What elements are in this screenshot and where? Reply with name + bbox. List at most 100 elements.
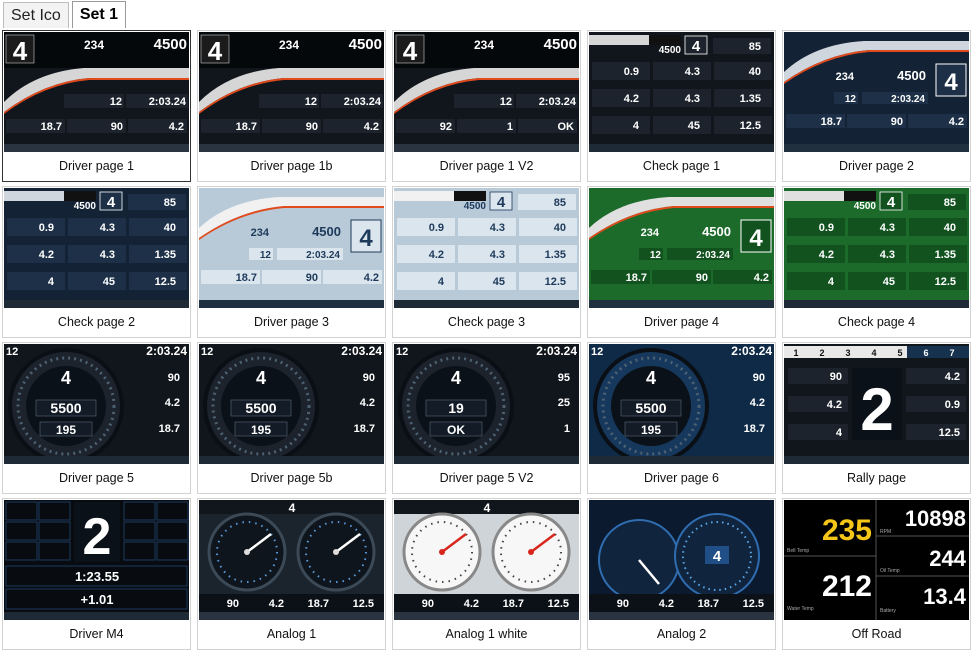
side-value: 4 [836, 427, 843, 439]
layout-card[interactable]: 234 4500 4 12 2:03.24 18.7 90 4.2 Driver page 4 [587, 186, 776, 338]
card-label: Driver page 5 [58, 471, 135, 485]
bottom-value: 90 [227, 598, 239, 610]
big-value: 5500 [245, 400, 276, 416]
side-value: 18.7 [354, 423, 375, 435]
layout-card[interactable]: 2 1:23.55 +1.01 Driver M4 [2, 498, 191, 650]
rpm-value: 4500 [312, 224, 341, 239]
check-value: 1.35 [155, 249, 176, 261]
layout-card[interactable]: 4 234 4500 12 2:03.24 18.7 90 4.2 Driver page 1 [2, 30, 191, 182]
dashboard-preview: 4 234 4500 12 2:03.24 18.7 90 4.2 [199, 32, 384, 152]
check-value: 4 [48, 276, 55, 288]
value-box [397, 245, 455, 263]
dashboard-preview: 4 234 4500 12 2:03.24 92 1 OK [394, 32, 579, 152]
gear-scale-label: 3 [845, 348, 850, 358]
check-value: 1.35 [740, 93, 761, 105]
status-bar [199, 612, 384, 620]
gear-scale-label: 7 [949, 348, 954, 358]
status-bar [589, 612, 774, 620]
laptime-value: 2:03.24 [731, 344, 772, 358]
bottom-value: 4.2 [464, 598, 479, 610]
layout-card[interactable]: 234 4500 4 12 2:03.24 18.7 90 4.2 Driver page 3 [197, 186, 386, 338]
status-bar [4, 612, 189, 620]
lap-value: 12 [591, 346, 603, 358]
dashboard-preview: 4 5500 195 12 2:03.24 90 4.2 18.7 [199, 344, 384, 464]
layout-card[interactable]: 1 2 3 4 5 6 7 2 90 4.2 4.2 0.9 4 12.5 Rally page [782, 342, 971, 494]
check-value: 4.3 [490, 249, 505, 261]
card-label: Rally page [846, 471, 907, 485]
bottom-value: 1 [507, 121, 513, 133]
rpm-bar-end [907, 346, 969, 358]
layout-card[interactable]: 4500 4 85 0.9 4.3 40 4.2 4.3 1.35 4 45 12.5 Check pa… [587, 30, 776, 182]
value-box [653, 89, 711, 107]
check-value: 45 [883, 276, 895, 288]
bottom-value: 12.5 [743, 598, 764, 610]
laptime-value: 2:03.24 [696, 250, 730, 261]
status-bar [4, 456, 189, 464]
value-box [787, 218, 845, 236]
side-value: 4.2 [360, 397, 375, 409]
layout-card[interactable]: 4 90 4.2 18.7 12.5 Analog 1 [197, 498, 386, 650]
laptime-value: 2:03.24 [344, 96, 382, 108]
rpm-label: RPM [880, 529, 891, 535]
gear-indicator: 4 [484, 501, 491, 515]
dashboard-thumbnail: 1 2 3 4 5 6 7 2 90 4.2 4.2 0.9 4 12.5 [784, 344, 969, 464]
rpm-value: 10898 [905, 506, 966, 531]
dashboard-preview: 235 10898 244 212 13.4 Belt Temp RPM Oil Temp Wa… [784, 500, 969, 620]
dashboard-thumbnail: 4 90 4.2 18.7 12.5 [589, 500, 774, 620]
status-bar [784, 300, 969, 308]
gear-indicator: 4 [749, 225, 763, 252]
layout-card[interactable]: 4 234 4500 12 2:03.24 92 1 OK Driver page 1 V2 [392, 30, 581, 182]
dashboard-thumbnail: 4 234 4500 12 2:03.24 18.7 90 4.2 [4, 32, 189, 152]
laptime-value: 2:03.24 [146, 344, 187, 358]
dashboard-preview: 4 90 4.2 18.7 12.5 [589, 500, 774, 620]
layout-card[interactable]: 4500 4 85 0.9 4.3 40 4.2 4.3 1.35 4 45 12.5 Check pa… [782, 186, 971, 338]
layout-card[interactable]: 4 90 4.2 18.7 12.5 Analog 1 white [392, 498, 581, 650]
dashboard-thumbnail: 4500 4 85 0.9 4.3 40 4.2 4.3 1.35 4 45 12.5 [589, 32, 774, 152]
layout-card[interactable]: 4 5500 195 12 2:03.24 90 4.2 18.7 Driver page 5b [197, 342, 386, 494]
rpm-bar-end [844, 191, 876, 201]
value-box [129, 218, 187, 236]
gear-indicator: 4 [713, 548, 722, 565]
card-label: Analog 1 [266, 627, 317, 641]
tab-set-1[interactable]: Set 1 [71, 1, 127, 28]
lap-value: 12 [650, 250, 662, 261]
dashboard-preview: 4500 4 85 0.9 4.3 40 4.2 4.3 1.35 4 45 12.5 [784, 188, 969, 308]
value-box [128, 194, 186, 210]
bottom-value: 12.5 [548, 598, 569, 610]
gear-scale-label: 2 [819, 348, 824, 358]
check-value: 45 [688, 120, 700, 132]
bottom-value: 18.7 [41, 121, 62, 133]
layout-card[interactable]: 4 90 4.2 18.7 12.5 Analog 2 [587, 498, 776, 650]
check-value: 12.5 [935, 276, 956, 288]
layout-card[interactable]: 4 5500 195 12 2:03.24 90 4.2 18.7 Driver page 5 [2, 342, 191, 494]
layout-card[interactable]: 234 4500 4 12 2:03.24 18.7 90 4.2 Driver page 2 [782, 30, 971, 182]
value-box [787, 272, 845, 290]
check-value: 4 [438, 276, 445, 288]
needle-hub [528, 549, 534, 555]
layout-card[interactable]: 4 5500 195 12 2:03.24 90 4.2 18.7 Driver page 6 [587, 342, 776, 494]
side-value: 0.9 [945, 399, 960, 411]
card-label: Check page 3 [447, 315, 526, 329]
check-value: 12.5 [545, 276, 566, 288]
layout-card[interactable]: 4500 4 85 0.9 4.3 40 4.2 4.3 1.35 4 45 12.5 Check pa… [392, 186, 581, 338]
dashboard-thumbnail: 234 4500 4 12 2:03.24 18.7 90 4.2 [784, 32, 969, 152]
check-value: 4 [633, 120, 640, 132]
laptime-value: 1:23.55 [75, 569, 119, 584]
value-box [7, 272, 65, 290]
gear-indicator: 4 [208, 36, 223, 66]
side-value: 90 [753, 372, 765, 384]
card-label: Driver page 5b [250, 471, 333, 485]
layout-card[interactable]: 4 234 4500 12 2:03.24 18.7 90 4.2 Driver page 1b [197, 30, 386, 182]
layout-card[interactable]: 4500 4 85 0.9 4.3 40 4.2 4.3 1.35 4 45 12.5 Check pa… [2, 186, 191, 338]
speed-value: OK [447, 423, 465, 437]
tab-set-ico[interactable]: Set Ico [3, 2, 69, 28]
value-box [458, 218, 516, 236]
value-box [713, 38, 771, 54]
bottom-value: 90 [306, 121, 318, 133]
layout-card[interactable]: 235 10898 244 212 13.4 Belt Temp RPM Oil Temp Wa… [782, 498, 971, 650]
layout-card[interactable]: 4 19 OK 12 2:03.24 95 25 1 Driver page 5 V2 [392, 342, 581, 494]
dashboard-preview: 234 4500 4 12 2:03.24 18.7 90 4.2 [589, 188, 774, 308]
check-value: 40 [554, 222, 566, 234]
check-value: 4.3 [100, 249, 115, 261]
card-label: Analog 1 white [445, 627, 528, 641]
